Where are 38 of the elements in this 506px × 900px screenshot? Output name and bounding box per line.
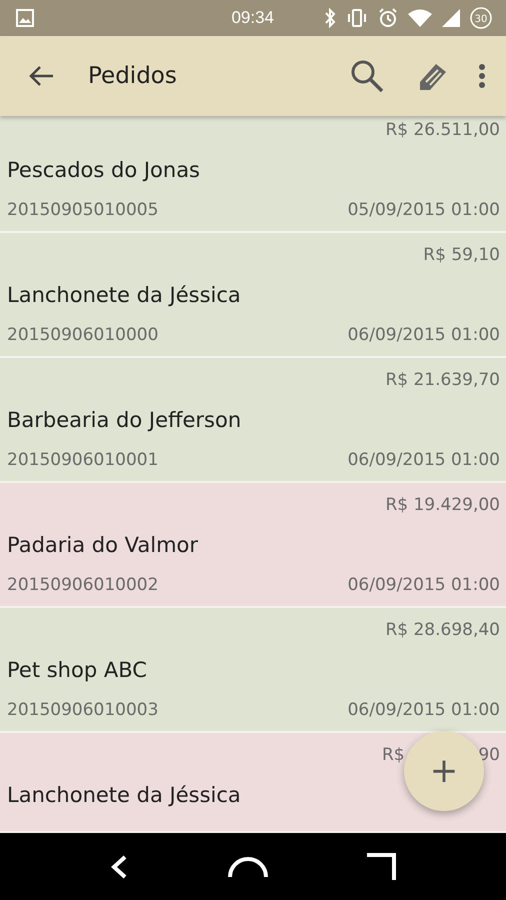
customer-name: Barbearia do Jefferson — [7, 407, 242, 434]
clock-time: 09:34 — [231, 8, 274, 28]
order-code: 20150905010005 — [7, 199, 158, 222]
bluetooth-icon — [324, 8, 336, 28]
order-code: 20150906010002 — [7, 574, 158, 597]
image-icon — [16, 9, 34, 27]
order-amount: R$ 26.511,00 — [385, 119, 500, 142]
wifi-icon — [408, 9, 432, 27]
home-icon[interactable] — [227, 856, 269, 878]
more-icon — [478, 63, 486, 89]
back-icon[interactable] — [109, 854, 129, 880]
order-date: 06/09/2015 01:00 — [348, 574, 500, 597]
order-amount: R$ 19.429,00 — [385, 494, 500, 517]
order-amount: R$ 21.639,70 — [385, 369, 500, 392]
order-amount: R$ — [382, 744, 405, 767]
order-row[interactable]: R$ 19.429,00 Padaria do Valmor 20150906010002 06/09/2015 01:00 — [0, 483, 506, 608]
order-date: 06/09/2015 01:00 — [348, 449, 500, 472]
order-date: 06/09/2015 01:00 — [348, 324, 500, 347]
signal-icon — [442, 9, 460, 27]
customer-name: Pet shop ABC — [7, 657, 148, 684]
order-amount: R$ 59,10 — [423, 244, 500, 267]
alarm-icon — [378, 8, 398, 28]
customer-name: Lanchonete da Jéssica — [7, 282, 242, 309]
customer-name: Padaria do Valmor — [7, 532, 200, 559]
order-date: 05/09/2015 01:00 — [348, 199, 500, 222]
battery-icon: 30 — [470, 7, 492, 29]
recents-icon[interactable] — [367, 852, 397, 880]
search-icon — [350, 59, 384, 93]
order-date: 06/09/2015 01:00 — [348, 699, 500, 722]
vibrate-icon — [346, 8, 368, 28]
screen-title: Pedidos — [88, 63, 178, 89]
customer-name: Pescados do Jonas — [7, 157, 201, 184]
order-code: 20150906010000 — [7, 324, 158, 347]
order-amount: R$ 28.698,40 — [385, 619, 500, 642]
customer-name: Lanchonete da Jéssica — [7, 782, 242, 809]
back-arrow-icon — [28, 65, 54, 87]
order-code: 20150906010001 — [7, 449, 158, 472]
order-code: 20150906010003 — [7, 699, 158, 722]
